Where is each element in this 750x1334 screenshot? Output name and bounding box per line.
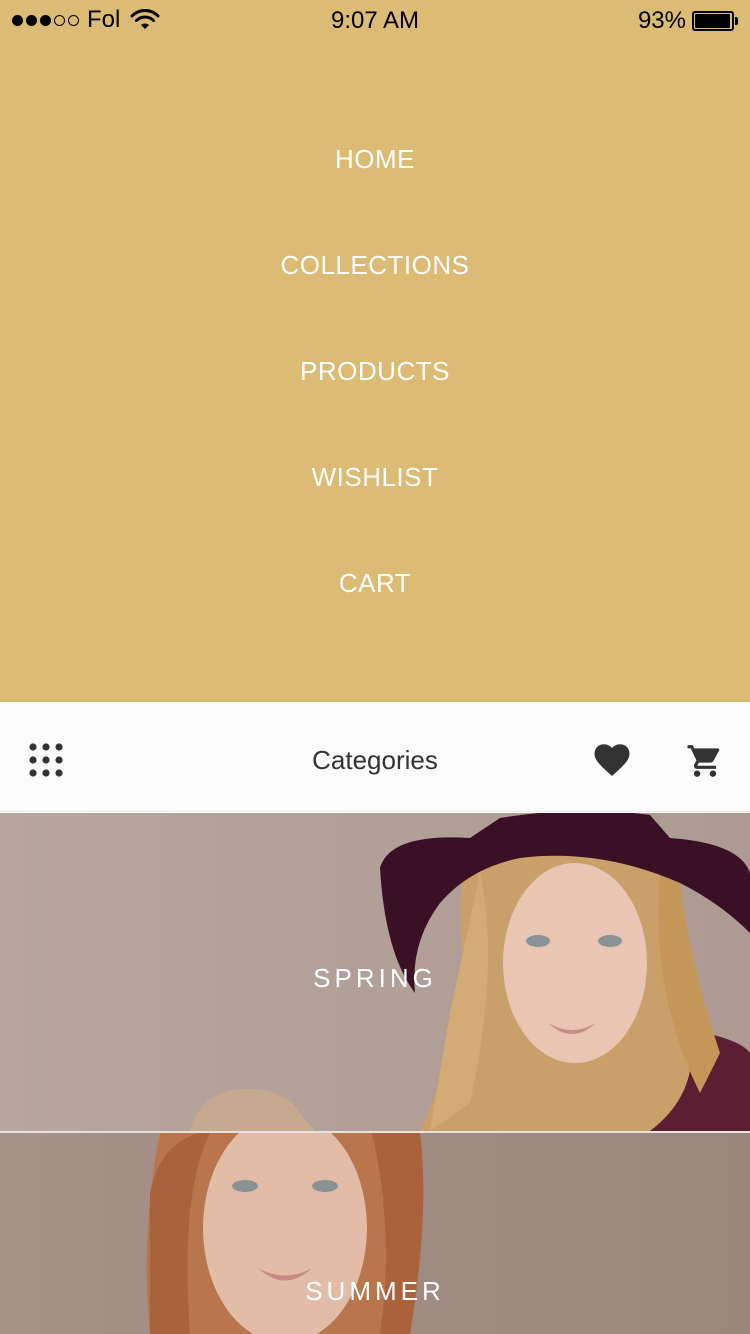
menu-item-home[interactable]: HOME <box>0 144 750 175</box>
side-menu: HOME COLLECTIONS PRODUCTS WISHLIST CART <box>0 0 750 702</box>
category-banner-summer[interactable]: SUMMER <box>0 1133 750 1334</box>
menu-item-products[interactable]: PRODUCTS <box>0 356 750 387</box>
category-label-summer: SUMMER <box>305 1276 445 1306</box>
battery-icon <box>692 11 738 31</box>
page-title: Categories <box>312 745 438 775</box>
menu-item-cart[interactable]: CART <box>0 568 750 599</box>
battery-percent: 93% <box>637 7 686 34</box>
heart-icon[interactable] <box>594 744 630 778</box>
menu-item-collections[interactable]: COLLECTIONS <box>0 250 750 281</box>
status-bar-right: 93% <box>638 7 738 35</box>
menu-item-wishlist[interactable]: WISHLIST <box>0 462 750 493</box>
category-label-spring: SPRING <box>313 963 437 993</box>
cart-icon[interactable] <box>686 742 724 780</box>
categories-toolbar: Categories <box>0 702 750 812</box>
category-banner-spring[interactable]: SPRING <box>0 813 750 1131</box>
status-bar: Fol 9:07 AM 93% <box>0 0 750 40</box>
